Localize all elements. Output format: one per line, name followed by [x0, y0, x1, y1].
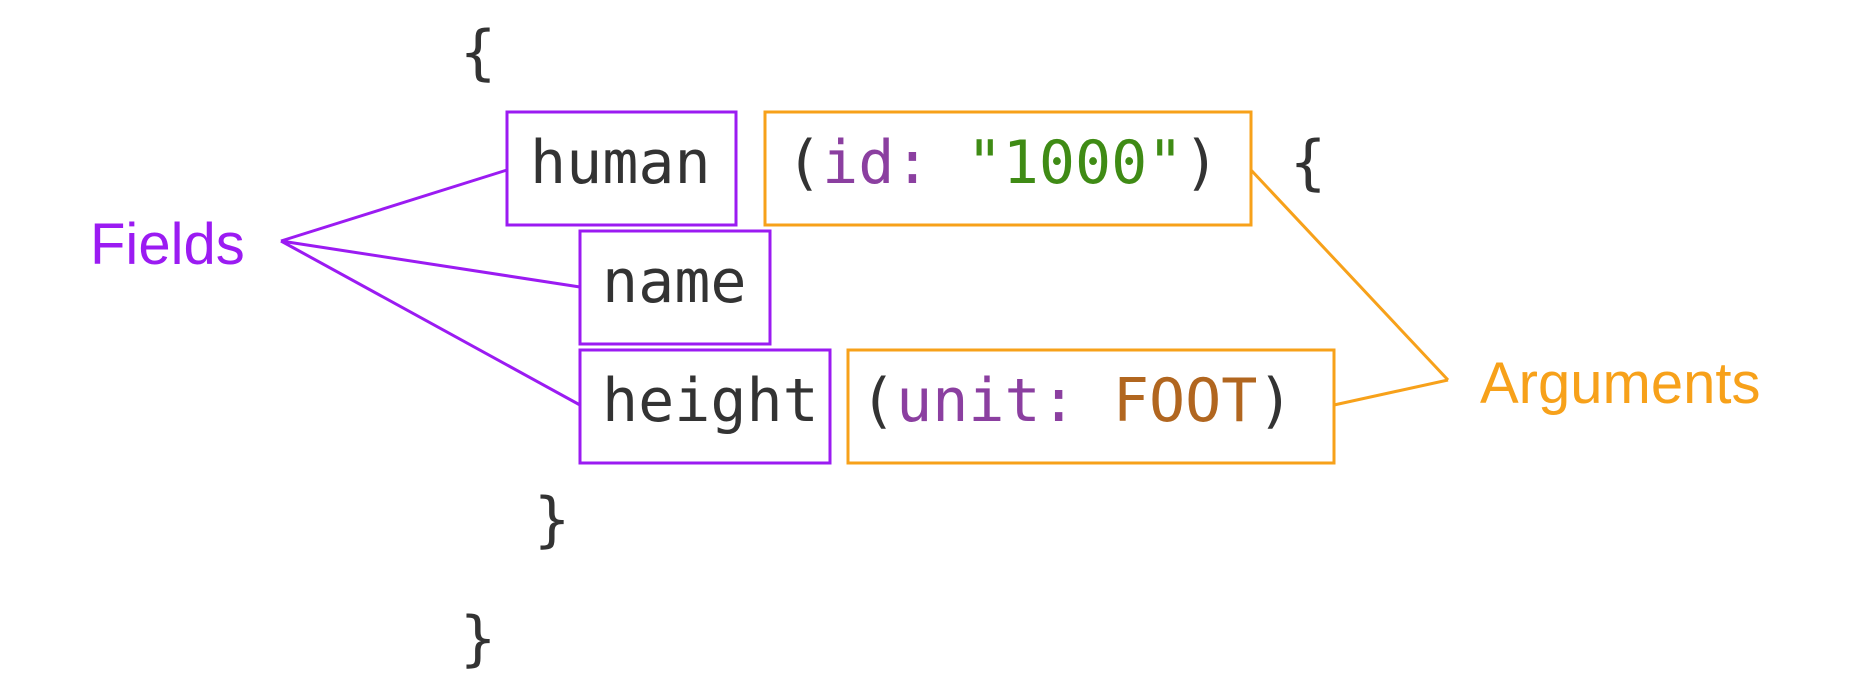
fields-connector-human: [280, 168, 508, 243]
human-open-brace: {: [1290, 128, 1326, 198]
human-arg-close-paren: ): [1183, 128, 1219, 198]
fields-label: Fields: [90, 212, 245, 277]
field-height-text: height: [602, 366, 819, 436]
field-human-text: human: [530, 128, 711, 198]
height-arg-value: FOOT: [1113, 366, 1258, 436]
height-arguments-text: (unit: FOOT): [860, 366, 1294, 436]
human-arg-quote-open: ": [967, 128, 1003, 198]
height-arg-open-paren: (: [860, 366, 896, 436]
arguments-label: Arguments: [1480, 351, 1760, 416]
human-arg-name: id:: [822, 128, 930, 198]
arguments-connector-unit: [1333, 378, 1449, 407]
inner-close-brace: }: [534, 485, 570, 555]
query-close-brace: }: [460, 604, 496, 674]
field-name-text: name: [602, 247, 747, 317]
human-arg-quote-close: ": [1147, 128, 1183, 198]
graphql-query-diagram: { human (id: "1000") { name height (unit…: [90, 18, 1760, 674]
human-arguments-text: (id: "1000"): [786, 128, 1220, 198]
height-arg-name: unit:: [896, 366, 1077, 436]
human-arg-open-paren: (: [786, 128, 822, 198]
query-open-brace: {: [460, 18, 496, 88]
human-arg-value: 1000: [1003, 128, 1148, 198]
height-arg-close-paren: ): [1257, 366, 1293, 436]
fields-connector-height: [280, 239, 581, 407]
